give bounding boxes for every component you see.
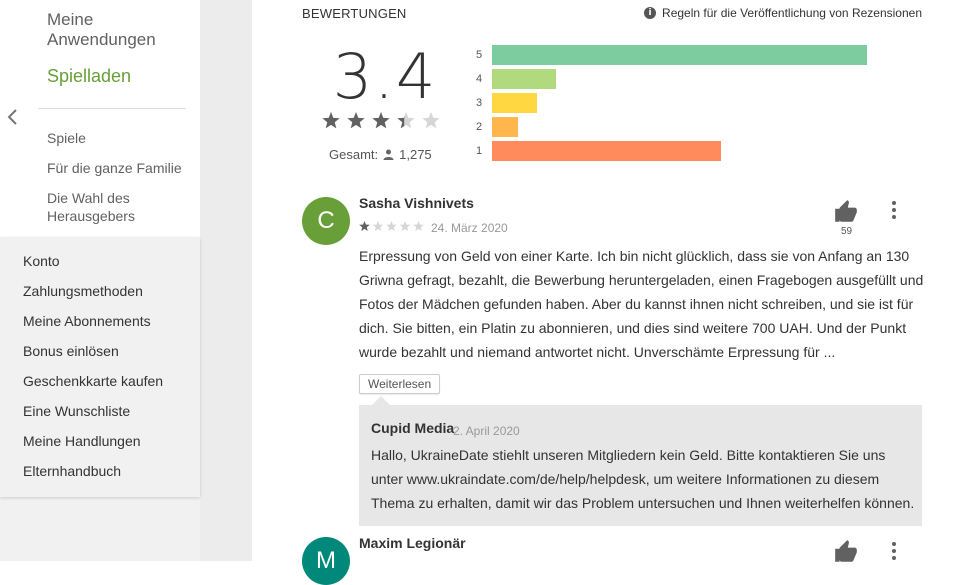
histogram-bar	[492, 117, 518, 137]
person-icon	[383, 149, 394, 160]
more-vert-icon[interactable]	[890, 200, 898, 220]
nav-divider	[38, 108, 186, 109]
my-apps-line2: Anwendungen	[47, 30, 156, 49]
average-rating-stars	[322, 112, 440, 129]
subnav-editors-line1: Die Wahl des	[47, 190, 130, 206]
menu-payment-methods[interactable]: Zahlungsmethoden	[23, 283, 143, 299]
menu-redeem[interactable]: Bonus einlösen	[23, 343, 119, 359]
histogram-bar	[492, 141, 721, 161]
info-icon: i	[644, 7, 657, 19]
developer-name: Cupid Media	[371, 420, 455, 436]
star-icon-filled	[347, 112, 365, 129]
menu-my-activity[interactable]: Meine Handlungen	[23, 433, 141, 449]
average-rating: 3.4	[332, 40, 438, 113]
read-more-button[interactable]: Weiterlesen	[359, 374, 441, 394]
star-icon	[372, 221, 384, 231]
thumb-up-icon[interactable]	[833, 539, 859, 565]
helpful-count: 59	[841, 226, 853, 237]
histogram-row-3: 3	[476, 93, 537, 113]
star-icon	[399, 221, 411, 231]
star-icon-filled	[359, 221, 370, 231]
my-apps-line1: Meine	[47, 10, 94, 29]
total-label: Gesamt:	[329, 147, 379, 162]
more-vert-icon[interactable]	[890, 541, 898, 561]
subnav-family[interactable]: Für die ganze Familie	[47, 159, 182, 177]
reviewer-name: Sasha Vishnivets	[359, 195, 474, 211]
review-star-rating	[359, 221, 424, 231]
star-icon	[413, 221, 424, 231]
avatar-initial: M	[316, 547, 336, 574]
developer-reply: Cupid Media 2. April 2020 Hallo, Ukraine…	[359, 405, 922, 526]
menu-buy-gift-card[interactable]: Geschenkkarte kaufen	[23, 373, 163, 389]
histogram-label: 2	[476, 121, 483, 133]
menu-account[interactable]: Konto	[23, 253, 60, 269]
histogram-bar	[492, 69, 556, 89]
chevron-left-icon[interactable]	[4, 106, 22, 128]
histogram-label: 1	[476, 145, 483, 157]
my-apps-link[interactable]: Meine Anwendungen	[47, 10, 156, 50]
menu-subscriptions[interactable]: Meine Abonnements	[23, 313, 151, 329]
histogram-row-2: 2	[476, 117, 518, 137]
total-count: 1,275	[399, 147, 432, 162]
histogram-row-4: 4	[476, 69, 556, 89]
avatar: M	[302, 537, 350, 585]
review-policy-link[interactable]: i Regeln für die Veröffentlichung von Re…	[644, 6, 922, 20]
star-icon	[386, 221, 397, 231]
histogram-label: 3	[476, 97, 483, 109]
account-menu: Konto Zahlungsmethoden Meine Abonnements…	[0, 237, 200, 497]
review-date: 24. März 2020	[431, 221, 508, 235]
avatar: C	[302, 197, 350, 245]
star-icon	[422, 112, 440, 129]
menu-wishlist[interactable]: Eine Wunschliste	[23, 403, 130, 419]
subnav-games[interactable]: Spiele	[47, 129, 86, 147]
star-icon-filled	[372, 112, 390, 129]
subnav-editors-line2: Herausgebers	[47, 208, 135, 224]
histogram-label: 5	[476, 49, 483, 61]
ratings-section-title: BEWERTUNGEN	[302, 6, 407, 21]
histogram-label: 4	[476, 73, 483, 85]
thumb-up-icon[interactable]	[833, 199, 859, 225]
histogram-row-1: 1	[476, 141, 721, 161]
histogram-bar	[492, 45, 867, 65]
histogram-bar	[492, 93, 537, 113]
menu-parent-guide[interactable]: Elternhandbuch	[23, 463, 121, 479]
reply-pointer	[372, 396, 390, 405]
avatar-initial: C	[317, 207, 335, 234]
reviewer-name: Maxim Legionär	[359, 535, 466, 551]
histogram-row-5: 5	[476, 45, 867, 65]
reply-text: Hallo, UkraineDate stiehlt unseren Mitgl…	[371, 447, 915, 511]
review-policy-label: Regeln für die Veröffentlichung von Reze…	[662, 6, 922, 20]
review-text: Erpressung von Geld von einer Karte. Ich…	[359, 248, 924, 360]
store-link[interactable]: Spielladen	[47, 66, 131, 87]
star-icon-filled	[322, 112, 340, 129]
subnav-editors-choice[interactable]: Die Wahl des Herausgebers	[47, 189, 135, 225]
reply-date: 2. April 2020	[453, 424, 520, 438]
total-ratings: Gesamt: 1,275	[329, 147, 432, 162]
sidebar-gutter	[200, 0, 252, 561]
